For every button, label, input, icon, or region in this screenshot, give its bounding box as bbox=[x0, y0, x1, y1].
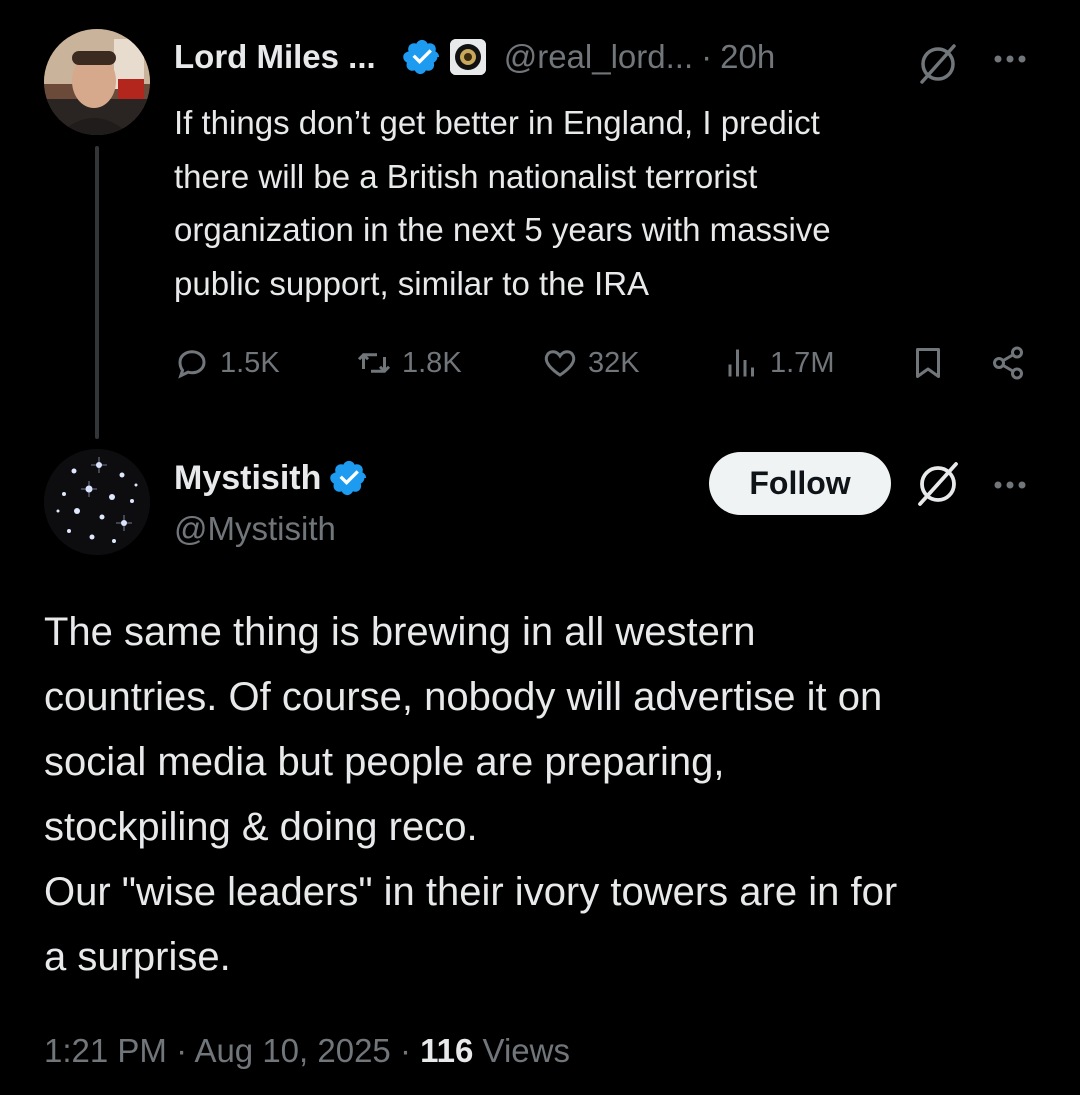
reply-icon bbox=[178, 350, 206, 379]
tweet-metadata-footer: 1:21 PM · Aug 10, 2025 · 116 Views bbox=[44, 1032, 570, 1070]
parent-tweet-text: If things don’t get better in England, I… bbox=[174, 96, 1034, 310]
separator: · bbox=[701, 38, 713, 75]
tweet-text-line: The same thing is brewing in all western bbox=[44, 610, 756, 654]
tweet-text-line: stockpiling & doing reco. bbox=[44, 805, 478, 849]
thread-connector-line bbox=[95, 146, 99, 439]
parent-tweet-header: Lord Miles ... @real_lord... · 20h bbox=[174, 34, 775, 80]
repost-icon bbox=[357, 353, 391, 373]
author-avatar[interactable] bbox=[44, 29, 150, 135]
post-time[interactable]: 1:21 PM bbox=[44, 1032, 167, 1069]
tweet-text-line: public support, similar to the IRA bbox=[174, 264, 650, 302]
bookmark-button[interactable] bbox=[910, 340, 956, 386]
post-date[interactable]: Aug 10, 2025 bbox=[194, 1032, 390, 1069]
tweet-text-line: a surprise. bbox=[44, 935, 231, 979]
reply-button[interactable]: 1.5K bbox=[174, 340, 280, 386]
repost-count: 1.8K bbox=[402, 346, 462, 379]
separator: · bbox=[176, 1032, 188, 1069]
more-options-icon[interactable] bbox=[990, 44, 1030, 74]
follow-button[interactable]: Follow bbox=[709, 452, 891, 515]
tweet-timestamp[interactable]: 20h bbox=[720, 38, 775, 76]
verified-badge-icon[interactable] bbox=[329, 458, 369, 498]
views-count: 1.7M bbox=[770, 346, 835, 379]
reply-author-header: Mystisith bbox=[174, 455, 369, 501]
more-options-icon[interactable] bbox=[990, 470, 1030, 500]
author-handle[interactable]: @real_lord... bbox=[504, 38, 693, 76]
share-button[interactable] bbox=[990, 340, 1036, 386]
tweet-text-line: social media but people are preparing, bbox=[44, 740, 725, 784]
author-name[interactable]: Lord Miles ... bbox=[174, 38, 376, 76]
tweet-text-line: Our "wise leaders" in their ivory towers… bbox=[44, 870, 898, 914]
heart-icon bbox=[544, 350, 576, 377]
share-icon bbox=[993, 346, 1023, 380]
reply-count: 1.5K bbox=[220, 346, 280, 379]
reply-author-handle[interactable]: @Mystisith bbox=[174, 510, 336, 548]
views-label: Views bbox=[482, 1032, 570, 1069]
tweet-text-line: If things don’t get better in England, I… bbox=[174, 104, 820, 141]
verified-badge-icon[interactable] bbox=[402, 37, 442, 77]
analytics-icon bbox=[728, 349, 754, 377]
tweet-text-line: countries. Of course, nobody will advert… bbox=[44, 675, 883, 719]
like-count: 32K bbox=[588, 346, 640, 379]
views-count[interactable]: 116 bbox=[420, 1032, 473, 1069]
reply-author-avatar[interactable] bbox=[44, 449, 150, 555]
tweet-text-line: organization in the next 5 years with ma… bbox=[174, 211, 831, 248]
reply-tweet-text: The same thing is brewing in all western… bbox=[44, 600, 1044, 990]
repost-button[interactable]: 1.8K bbox=[356, 340, 462, 386]
affiliate-badge-icon[interactable] bbox=[449, 39, 486, 75]
grok-icon[interactable] bbox=[916, 42, 960, 86]
views-button[interactable]: 1.7M bbox=[724, 340, 834, 386]
like-button[interactable]: 32K bbox=[542, 340, 640, 386]
tweet-text-line: there will be a British nationalist terr… bbox=[174, 157, 758, 195]
separator: · bbox=[399, 1032, 411, 1069]
bookmark-icon bbox=[916, 348, 940, 378]
grok-icon[interactable] bbox=[914, 460, 962, 508]
reply-author-name[interactable]: Mystisith bbox=[174, 459, 321, 498]
